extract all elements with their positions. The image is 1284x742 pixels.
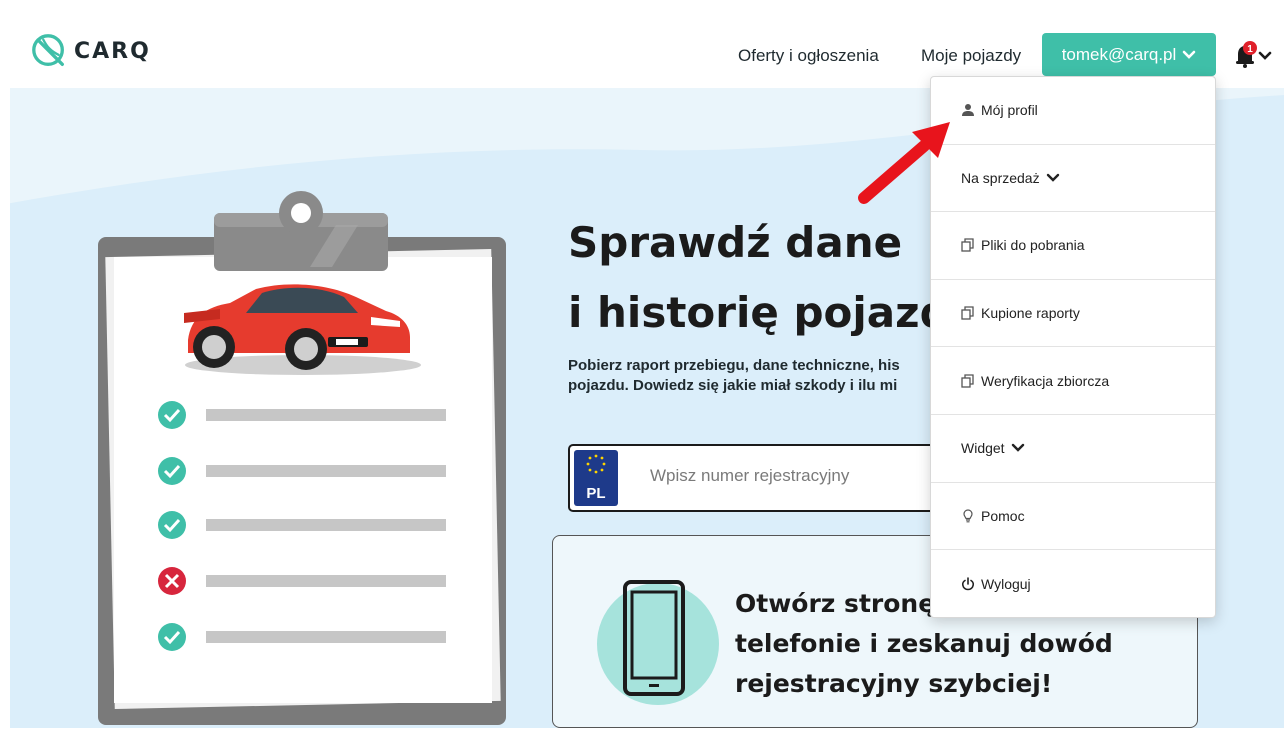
menu-item-my-profile[interactable]: Mój profil <box>931 77 1215 145</box>
nav-my-vehicles-link[interactable]: Moje pojazdy <box>921 46 1021 66</box>
chevron-down-icon <box>1011 444 1024 452</box>
carq-logo-icon <box>32 34 64 66</box>
user-dropdown-menu: Mój profil Na sprzedaż Pliki do pobrania… <box>930 76 1216 618</box>
menu-item-label: Wyloguj <box>981 575 1031 592</box>
copy-icon <box>961 238 974 253</box>
menu-item-widget[interactable]: Widget <box>931 415 1215 483</box>
menu-item-label: Widget <box>961 440 1005 457</box>
menu-item-label: Pomoc <box>981 507 1025 524</box>
chevron-down-icon <box>1046 173 1059 182</box>
promo-line2: telefonie i zeskanuj dowód <box>735 629 1113 658</box>
brand-logo[interactable]: CARQ <box>30 32 151 70</box>
menu-item-label: Pliki do pobrania <box>981 237 1085 254</box>
menu-item-label: Weryfikacja zbiorcza <box>981 372 1110 389</box>
top-navigation: CARQ Oferty i ogłoszenia Moje pojazdy to… <box>0 0 1284 76</box>
user-menu-button[interactable]: tomek@carq.pl <box>1042 33 1216 76</box>
menu-item-logout[interactable]: Wyloguj <box>931 550 1215 618</box>
hero-desc-line2: pojazdu. Dowiedz się jakie miał szkody i… <box>568 377 898 394</box>
menu-item-help[interactable]: Pomoc <box>931 483 1215 551</box>
copy-icon <box>961 374 974 388</box>
user-email: tomek@carq.pl <box>1061 44 1177 64</box>
menu-item-label: Mój profil <box>981 102 1038 119</box>
copy-icon <box>961 306 974 320</box>
registration-plate-field: PL <box>568 444 938 512</box>
hero-title: Sprawdź dane i historię pojazdu <box>568 208 988 348</box>
promo-line3: rejestracyjny szybciej! <box>735 669 1053 698</box>
red-pointer-arrow-icon <box>858 122 950 204</box>
hero-title-line2: i historię pojazdu <box>568 288 980 337</box>
menu-item-downloads[interactable]: Pliki do pobrania <box>931 212 1215 280</box>
menu-item-label: Na sprzedaż <box>961 169 1040 186</box>
eu-stars-icon <box>586 454 606 474</box>
nav-offers-link[interactable]: Oferty i ogłoszenia <box>738 46 879 66</box>
menu-item-label: Kupione raporty <box>981 305 1080 322</box>
hero-description: Pobierz raport przebiegu, dane techniczn… <box>568 356 948 396</box>
lightbulb-icon <box>963 509 973 523</box>
menu-item-bulk-verification[interactable]: Weryfikacja zbiorcza <box>931 347 1215 415</box>
chevron-down-icon <box>1182 50 1196 59</box>
menu-item-purchased-reports[interactable]: Kupione raporty <box>931 280 1215 348</box>
hero-title-line1: Sprawdź dane <box>568 218 903 267</box>
smartphone-icon <box>623 580 685 696</box>
eu-plate-badge: PL <box>574 450 618 506</box>
notification-badge: 1 <box>1247 44 1253 55</box>
plate-country-code: PL <box>586 485 606 502</box>
power-icon <box>961 577 975 591</box>
user-icon <box>962 104 974 117</box>
hero-desc-line1: Pobierz raport przebiegu, dane techniczn… <box>568 357 900 374</box>
notifications-bell-icon[interactable]: 1 <box>1232 40 1276 68</box>
menu-item-for-sale[interactable]: Na sprzedaż <box>931 145 1215 213</box>
clipboard-illustration <box>98 191 506 725</box>
brand-name: CARQ <box>74 38 151 64</box>
registration-number-input[interactable] <box>650 466 930 486</box>
